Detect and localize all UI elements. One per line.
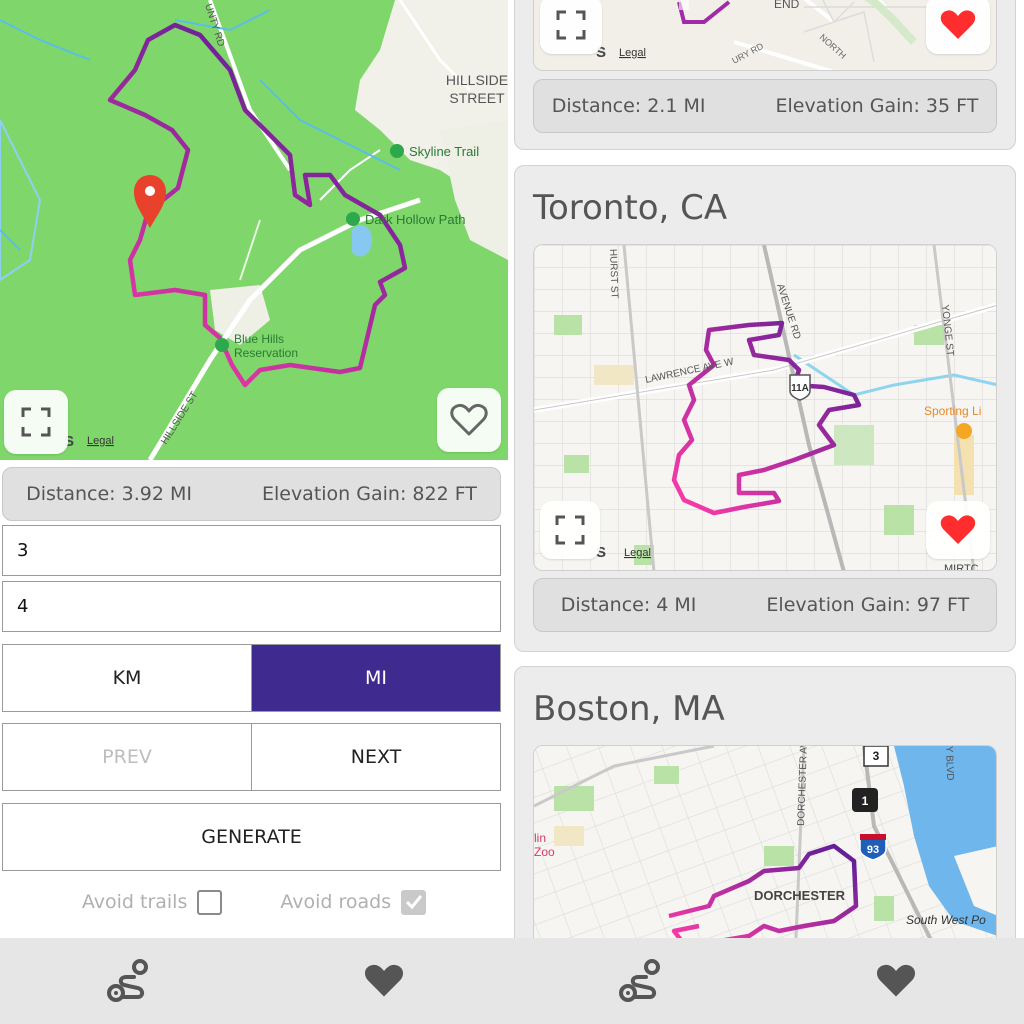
route-city-title: Toronto, CA — [533, 188, 728, 228]
avoid-trails-label: Avoid trails — [81, 891, 188, 913]
map-label: STREET — [449, 90, 505, 106]
distance-max-input[interactable]: 4 — [2, 581, 501, 632]
avoid-options: Avoid trails Avoid roads — [0, 885, 508, 919]
svg-text:11A: 11A — [791, 383, 809, 394]
distance-label: Distance: 2.1 MI — [551, 95, 706, 117]
map-label: END — [774, 0, 800, 11]
saved-route-map[interactable]: 3 1 93 DORCHESTER AV DORCHESTER South We… — [533, 745, 997, 938]
next-button[interactable]: NEXT — [251, 724, 500, 790]
svg-text:93: 93 — [867, 844, 879, 856]
heart-icon — [876, 964, 916, 997]
avoid-trails-checkbox[interactable] — [197, 889, 223, 915]
heart-filled-icon — [940, 10, 976, 40]
map-label: Blue Hills — [234, 332, 284, 346]
route-generator-pane: HILLSIDE STREET Skyline Trail Dark Hollo… — [0, 0, 510, 938]
map-label: MIRTC — [944, 563, 979, 571]
app-root: HILLSIDE STREET Skyline Trail Dark Hollo… — [0, 0, 1024, 1024]
nav-favorites-button[interactable] — [768, 938, 1024, 1024]
checkmark-icon — [405, 895, 422, 910]
map-label: HILLSIDE — [446, 72, 508, 88]
expand-icon — [556, 10, 586, 40]
map-label: Y BLVD — [943, 746, 955, 781]
bottom-nav — [0, 938, 1024, 1024]
main-route-map[interactable]: HILLSIDE STREET Skyline Trail Dark Hollo… — [0, 0, 508, 460]
heart-outline-icon — [450, 403, 488, 436]
routes-icon — [619, 959, 660, 1002]
pagination: PREV NEXT — [2, 723, 501, 791]
interstate-shield-icon: 93 — [859, 834, 887, 861]
unit-toggle: KM MI — [2, 644, 501, 712]
svg-text:3: 3 — [873, 749, 880, 763]
distance-label: Distance: 4 MI — [560, 594, 697, 616]
elevation-label: Elevation Gain: 97 FT — [766, 594, 970, 616]
fullscreen-button[interactable] — [540, 501, 600, 559]
expand-icon — [21, 407, 51, 437]
saved-route-map[interactable]: END URY RD NORTH S Legal — [533, 0, 997, 71]
map-label: Reservation — [234, 346, 298, 360]
legal-link[interactable]: Legal — [624, 547, 651, 559]
generate-button[interactable]: GENERATE — [2, 803, 501, 871]
map-label: DORCHESTER — [754, 888, 846, 903]
nav-favorites-button[interactable] — [256, 938, 512, 1024]
distance-min-value: 3 — [17, 540, 29, 561]
map-label: Dark Hollow Path — [365, 212, 465, 227]
saved-route-card: Toronto, CA 11A HURST ST LAWRENCE AVE W … — [514, 165, 1016, 652]
distance-min-input[interactable]: 3 — [2, 525, 501, 576]
expand-icon — [555, 515, 585, 545]
distance-max-value: 4 — [17, 596, 29, 617]
favorite-button[interactable] — [926, 501, 990, 559]
prev-button[interactable]: PREV — [3, 724, 251, 790]
route-city-title: Boston, MA — [533, 689, 725, 729]
distance-label: Distance: 3.92 MI — [26, 483, 192, 505]
fullscreen-button[interactable] — [540, 0, 602, 54]
saved-route-map[interactable]: 11A HURST ST LAWRENCE AVE W AVENUE RD YO… — [533, 244, 997, 571]
saved-route-stats: Distance: 2.1 MI Elevation Gain: 35 FT — [533, 79, 997, 133]
avoid-roads-checkbox[interactable] — [401, 889, 427, 915]
unit-km-button[interactable]: KM — [3, 645, 251, 711]
map-label: Skyline Trail — [409, 144, 479, 159]
unit-mi-button[interactable]: MI — [251, 645, 500, 711]
nav-routes-button[interactable] — [0, 938, 256, 1024]
saved-route-card: END URY RD NORTH S Legal Distance: 2.1 M… — [514, 0, 1016, 150]
legal-link[interactable]: Legal — [87, 435, 114, 447]
elevation-label: Elevation Gain: 822 FT — [261, 483, 477, 505]
map-label: lin — [534, 831, 546, 845]
map-label: South West Po — [906, 913, 986, 927]
heart-icon — [364, 964, 404, 997]
main-route-stats: Distance: 3.92 MI Elevation Gain: 822 FT — [2, 467, 501, 521]
map-label: HURST ST — [607, 249, 620, 299]
elevation-label: Elevation Gain: 35 FT — [775, 95, 979, 117]
heart-filled-icon — [940, 515, 976, 544]
svg-text:1: 1 — [862, 794, 869, 808]
routes-icon — [107, 959, 148, 1002]
favorite-button[interactable] — [437, 388, 501, 452]
legal-link[interactable]: Legal — [619, 47, 646, 59]
avoid-roads-label: Avoid roads — [280, 891, 392, 913]
favorite-button[interactable] — [926, 0, 990, 54]
route-shield-icon: 3 — [863, 746, 889, 767]
us-route-shield-icon: 1 — [852, 788, 878, 812]
map-label: Sporting Li — [924, 404, 981, 418]
saved-route-card: Boston, MA 3 1 93 DORCHESTER AV DORCHEST… — [514, 666, 1016, 938]
fullscreen-button[interactable] — [4, 390, 68, 454]
map-label: Zoo — [534, 845, 555, 859]
highway-shield-icon: 11A — [789, 374, 811, 401]
saved-routes-list[interactable]: END URY RD NORTH S Legal Distance: 2.1 M… — [510, 0, 1024, 938]
nav-routes-button[interactable] — [512, 938, 768, 1024]
saved-route-stats: Distance: 4 MI Elevation Gain: 97 FT — [533, 578, 997, 632]
